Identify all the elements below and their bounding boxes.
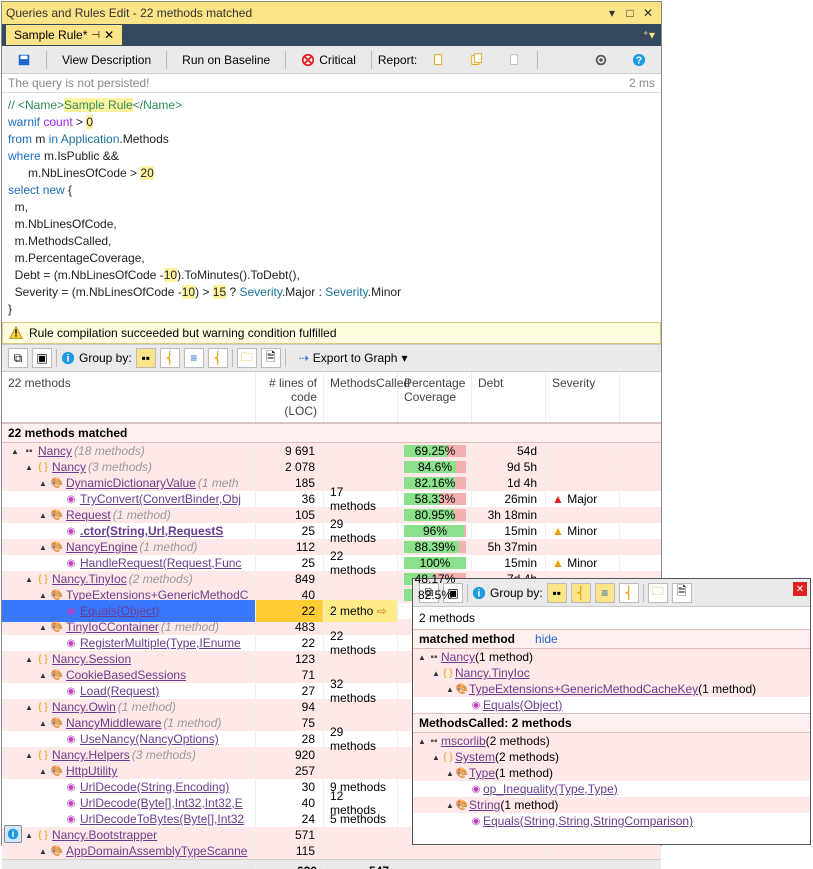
- footer-loc: 620: [256, 860, 324, 869]
- settings-button[interactable]: [585, 50, 617, 70]
- status-msg: The query is not persisted!: [8, 76, 149, 90]
- report-btn-1[interactable]: [423, 50, 455, 70]
- maximize-icon[interactable]: □: [621, 4, 639, 22]
- footer-mc: 547: [324, 860, 398, 869]
- folder-icon[interactable]: 🗀: [648, 583, 668, 603]
- close-icon[interactable]: ✕: [639, 4, 657, 22]
- title-bar: Queries and Rules Edit - 22 methods matc…: [2, 2, 661, 24]
- window-title: Queries and Rules Edit - 22 methods matc…: [6, 6, 603, 20]
- list-item[interactable]: ▲{ } System (2 methods): [413, 749, 810, 765]
- expand-all-icon[interactable]: ⧉: [8, 348, 28, 368]
- run-baseline-button[interactable]: Run on Baseline: [173, 50, 279, 70]
- code-editor[interactable]: // <Name>Sample Rule</Name> warnif count…: [2, 93, 661, 322]
- tab-strip: Sample Rule* ⊣ ✕ ⁺▾: [2, 24, 661, 46]
- info-button[interactable]: i: [4, 825, 22, 843]
- export-graph-button[interactable]: ⇢ Export to Graph ▾: [290, 348, 417, 368]
- svg-text:?: ?: [636, 54, 642, 66]
- tab-sample-rule[interactable]: Sample Rule* ⊣ ✕: [6, 25, 122, 45]
- doc-icon[interactable]: 🗎: [261, 348, 281, 368]
- group-opt-icon[interactable]: ⎨: [619, 583, 639, 603]
- results-header: 22 methods # lines of code (LOC) Methods…: [2, 372, 661, 423]
- tab-label: Sample Rule*: [14, 28, 87, 42]
- tab-menu-icon[interactable]: ⁺▾: [643, 28, 655, 42]
- list-item[interactable]: ▲▪▪ mscorlib (2 methods): [413, 733, 810, 749]
- warning-text: Rule compilation succeeded but warning c…: [29, 326, 337, 340]
- view-description-button[interactable]: View Description: [53, 50, 160, 70]
- table-row[interactable]: ▲🎨 AppDomainAssemblyTypeScanne115: [2, 843, 661, 859]
- list-item[interactable]: ◉ op_Inequality(Type,Type): [413, 781, 810, 797]
- group-asm-icon[interactable]: ▪▪: [547, 583, 567, 603]
- critical-icon: [301, 53, 315, 67]
- group-by-label: Group by:: [79, 351, 132, 365]
- compile-warning: ! Rule compilation succeeded but warning…: [2, 322, 661, 344]
- pin-icon[interactable]: ⊣: [91, 30, 100, 41]
- report-label: Report:: [378, 53, 417, 67]
- report-btn-3[interactable]: [499, 50, 531, 70]
- list-item[interactable]: ▲{ } Nancy.TinyIoc: [413, 665, 810, 681]
- help-button[interactable]: ?: [623, 50, 655, 70]
- save-icon: [17, 53, 31, 67]
- list-item[interactable]: ▲🎨 Type (1 method): [413, 765, 810, 781]
- group-type-icon[interactable]: ≡: [595, 583, 615, 603]
- folder-icon[interactable]: 🗀: [237, 348, 257, 368]
- gear-icon: [594, 53, 608, 67]
- status-line: The query is not persisted! 2 ms: [2, 74, 661, 93]
- group-by-label: Group by:: [490, 586, 543, 600]
- doc-icon[interactable]: 🗎: [672, 583, 692, 603]
- group-header: 22 methods matched: [2, 423, 661, 443]
- detail-popup: ✕ ⧉ ▣ i Group by: ▪▪ ⎨ ≡ ⎨ 🗀 🗎 2 methods…: [412, 578, 811, 845]
- col-loc[interactable]: # lines of code (LOC): [256, 372, 324, 422]
- group-asm-icon[interactable]: ▪▪: [136, 348, 156, 368]
- group-ns-icon[interactable]: ⎨: [571, 583, 591, 603]
- svg-text:i: i: [478, 587, 481, 599]
- hide-link[interactable]: hide: [535, 632, 558, 646]
- popup-rows-2: ▲▪▪ mscorlib (2 methods)▲{ } System (2 m…: [413, 733, 810, 829]
- col-cov[interactable]: Percentage Coverage: [398, 372, 472, 422]
- info-icon: i: [472, 586, 486, 600]
- list-item[interactable]: ◉ Equals(String,String,StringComparison): [413, 813, 810, 829]
- group-type-icon[interactable]: ≡: [184, 348, 204, 368]
- info-icon: i: [7, 828, 19, 840]
- popup-toolbar: ⧉ ▣ i Group by: ▪▪ ⎨ ≡ ⎨ 🗀 🗎: [413, 579, 810, 607]
- popup-sect-called: MethodsCalled: 2 methods: [413, 713, 810, 733]
- results-toolbar: ⧉ ▣ i Group by: ▪▪ ⎨ ≡ ⎨ 🗀 🗎 ⇢ Export to…: [2, 344, 661, 372]
- list-item[interactable]: ◉ Equals(Object): [413, 697, 810, 713]
- report-icon: [432, 53, 446, 67]
- group-ns-icon[interactable]: ⎨: [160, 348, 180, 368]
- report-icon: [470, 53, 484, 67]
- report-icon: [508, 53, 522, 67]
- warning-icon: !: [9, 326, 23, 340]
- group-opt-icon[interactable]: ⎨: [208, 348, 228, 368]
- svg-text:i: i: [12, 829, 15, 839]
- list-item[interactable]: ▲🎨 String (1 method): [413, 797, 810, 813]
- col-sev[interactable]: Severity: [546, 372, 620, 422]
- popup-count: 2 methods: [413, 607, 810, 629]
- save-button[interactable]: [8, 50, 40, 70]
- main-toolbar: View Description Run on Baseline Critica…: [2, 46, 661, 74]
- popup-close-icon[interactable]: ✕: [793, 582, 807, 596]
- dropdown-icon[interactable]: ▾: [603, 4, 621, 22]
- popup-rows-1: ▲▪▪ Nancy (1 method)▲{ } Nancy.TinyIoc▲🎨…: [413, 649, 810, 713]
- list-item[interactable]: ▲🎨 TypeExtensions+GenericMethodCacheKey …: [413, 681, 810, 697]
- collapse-all-icon[interactable]: ▣: [32, 348, 52, 368]
- tab-close-icon[interactable]: ✕: [104, 28, 114, 42]
- col-name[interactable]: 22 methods: [2, 372, 256, 422]
- svg-text:i: i: [67, 353, 70, 365]
- info-icon: i: [61, 351, 75, 365]
- col-mc[interactable]: MethodsCalled: [324, 372, 398, 422]
- list-item[interactable]: ▲▪▪ Nancy (1 method): [413, 649, 810, 665]
- help-icon: ?: [632, 53, 646, 67]
- col-debt[interactable]: Debt: [472, 372, 546, 422]
- status-time: 2 ms: [629, 76, 655, 90]
- report-btn-2[interactable]: [461, 50, 493, 70]
- critical-toggle[interactable]: Critical: [292, 50, 365, 70]
- svg-text:!: !: [14, 328, 18, 340]
- popup-sect-matched: matched method hide: [413, 629, 810, 649]
